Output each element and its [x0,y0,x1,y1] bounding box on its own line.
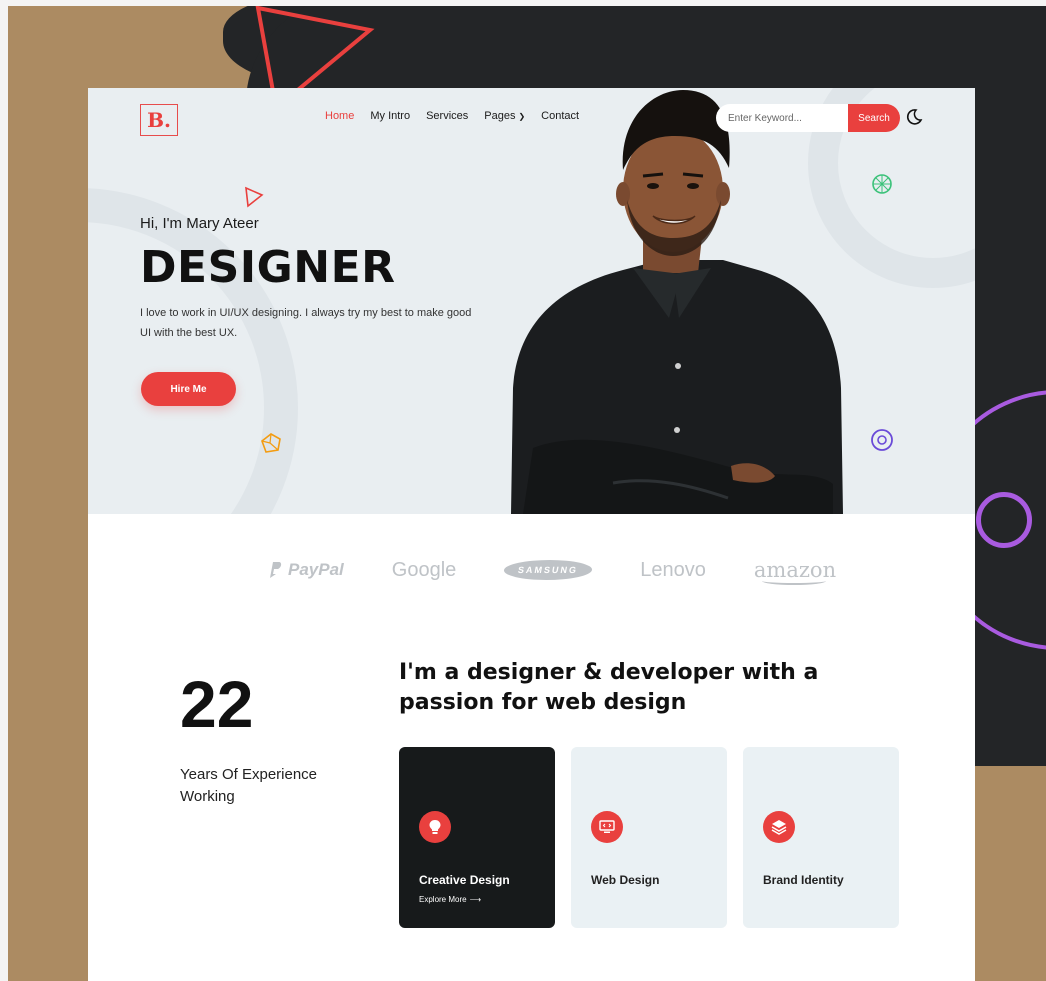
service-card-label: Web Design [591,873,660,887]
paypal-logo-icon [270,562,282,578]
hero-greeting: Hi, I'm Mary Ateer [140,215,259,232]
service-card-web-design[interactable]: Web Design [571,747,727,928]
service-card-creative-design[interactable]: Creative Design Explore More ⟶ [399,747,555,928]
nav-item-my-intro[interactable]: My Intro [370,110,410,122]
hero-section: B. Home My Intro Services Pages ❯ Contact… [88,88,975,514]
nav-item-services[interactable]: Services [426,110,468,122]
years-count: 22 [180,667,254,741]
about-heading: I'm a designer & developer with a passio… [399,660,819,715]
nav-item-contact[interactable]: Contact [541,110,579,122]
disc-decoration [871,429,893,451]
brand-name: PayPal [288,560,344,579]
triangle-decoration [245,186,264,208]
brand-logo-samsung: SAMSUNG [502,560,595,580]
brand-logos: PayPal Google SAMSUNG Lenovo amazon [268,548,908,592]
monitor-code-icon [591,811,623,843]
hire-me-button[interactable]: Hire Me [141,372,236,406]
brand-logo-lenovo: Lenovo [640,558,706,581]
search-input[interactable] [716,104,848,132]
service-card-brand-identity[interactable]: Brand Identity [743,747,899,928]
brand-logo-paypal: PayPal [268,560,344,580]
service-card-label: Creative Design [419,873,510,887]
nav-item-label: Home [325,110,355,122]
cube-decoration [261,433,281,453]
hero-description: I love to work in UI/UX designing. I alw… [140,307,472,339]
chevron-down-icon: ❯ [518,111,526,121]
brand-logo-amazon: amazon [753,558,837,585]
hero-title: DESIGNER [140,242,396,293]
website-page: B. Home My Intro Services Pages ❯ Contact… [88,88,975,981]
years-label: Years Of Experience Working [180,766,318,805]
explore-more-link[interactable]: Explore More ⟶ [419,895,481,904]
nav-item-pages[interactable]: Pages ❯ [484,110,525,122]
nav-item-home[interactable]: Home [325,110,354,122]
wheel-decoration [872,174,892,194]
nav-item-label: Contact [541,110,580,122]
site-logo[interactable]: B. [140,104,178,136]
brand-logo-google: Google [391,558,457,581]
layers-icon [763,811,795,843]
ring-decoration [976,492,1032,548]
search-button[interactable]: Search [848,104,900,132]
search-bar: Search [716,104,900,132]
nav-item-label: My Intro [370,110,411,122]
arrow-right-icon: ⟶ [469,895,482,904]
services-cards: Creative Design Explore More ⟶ Web Design… [399,747,899,928]
service-card-label: Brand Identity [763,873,844,887]
nav-item-label: Pages [484,110,516,122]
lightbulb-icon [419,811,451,843]
explore-more-label: Explore More [419,895,467,904]
portrait-image [511,90,843,514]
nav-item-label: Services [426,110,469,122]
moon-icon[interactable] [904,107,924,127]
hero-arc-decoration [88,188,298,514]
main-nav: Home My Intro Services Pages ❯ Contact [325,110,579,122]
